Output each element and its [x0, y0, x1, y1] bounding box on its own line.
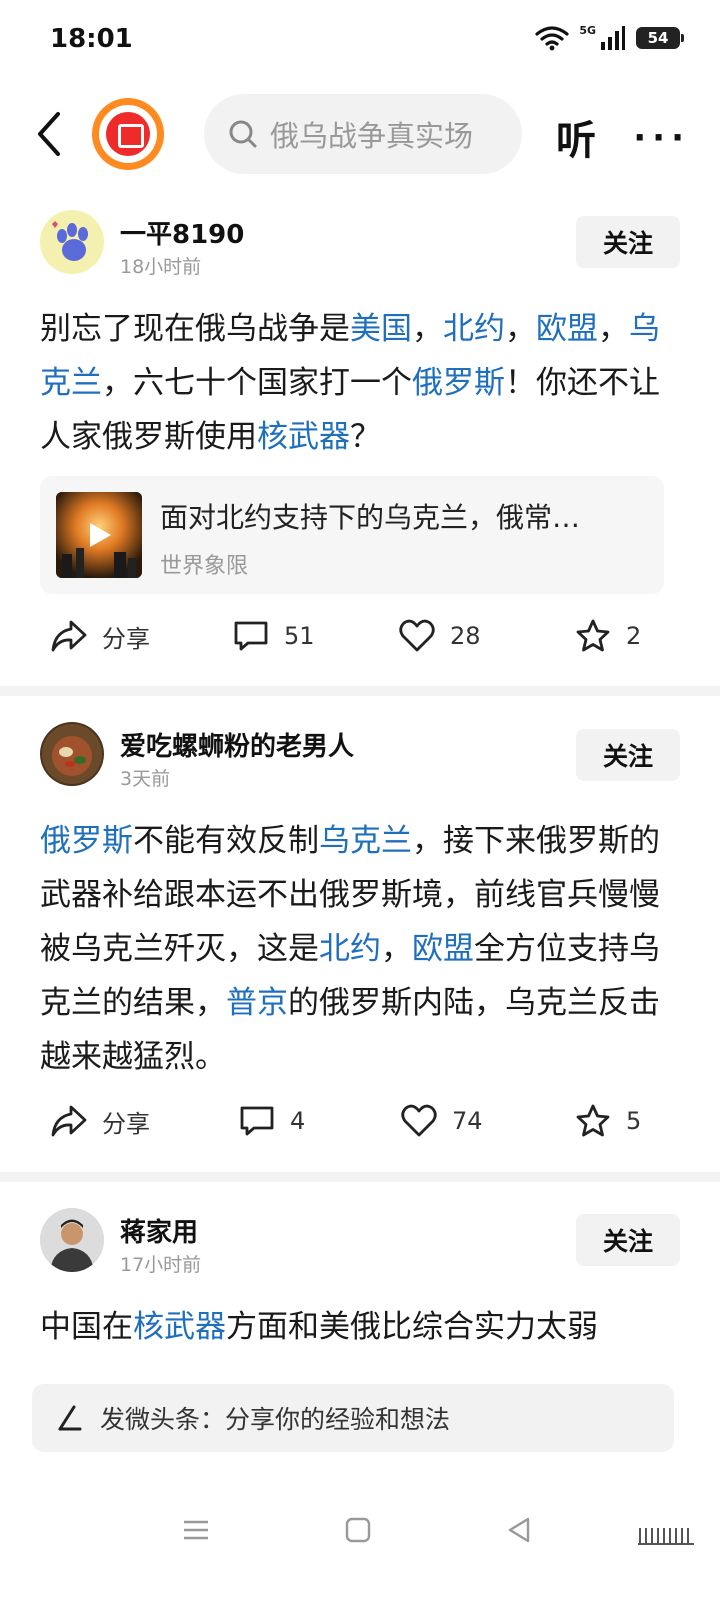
avatar[interactable] — [40, 210, 104, 274]
post-time: 17小时前 — [120, 1254, 202, 1276]
text-segment: ， — [598, 311, 629, 347]
post-actions: 分享 51 28 2 — [0, 606, 720, 666]
back-nav-icon[interactable] — [500, 1510, 540, 1550]
top-header: 俄乌战争真实场 听 ··· — [0, 90, 720, 180]
text-segment: 中国在 — [40, 1309, 133, 1345]
comment-icon — [234, 621, 268, 651]
comment-icon — [240, 1106, 274, 1136]
heart-icon — [399, 619, 435, 652]
avatar[interactable] — [40, 722, 104, 786]
share-label: 分享 — [102, 1109, 150, 1138]
comment-button[interactable]: 51 — [232, 606, 315, 666]
search-bar[interactable]: 俄乌战争真实场 — [204, 94, 522, 174]
text-segment: 别忘了现在俄乌战争是 — [40, 311, 350, 347]
comment-count: 51 — [284, 622, 315, 650]
post-composer[interactable]: 发微头条：分享你的经验和想法 — [32, 1384, 674, 1452]
comment-count: 4 — [290, 1107, 306, 1135]
card-title: 面对北约支持下的乌克兰，俄常… — [160, 501, 581, 534]
divider — [0, 1172, 720, 1182]
status-bar: 18:01 5G 54 — [0, 0, 720, 80]
signal-icon — [601, 26, 625, 50]
network-type: 5G — [579, 23, 596, 37]
home-nav-icon[interactable] — [338, 1510, 378, 1550]
battery-icon: 54 — [636, 27, 684, 49]
like-button[interactable]: 28 — [398, 606, 481, 666]
topic-link[interactable]: 欧盟 — [536, 311, 598, 347]
divider — [0, 686, 720, 696]
food-avatar-icon — [42, 724, 102, 784]
text-segment: 不能有效反制 — [133, 823, 319, 859]
follow-button[interactable]: 关注 — [576, 729, 680, 781]
like-count: 74 — [452, 1107, 483, 1135]
listen-button[interactable]: 听 — [556, 108, 596, 166]
back-arrow-icon[interactable] — [28, 106, 72, 162]
favorite-button[interactable]: 2 — [574, 606, 641, 666]
topic-link[interactable]: 美国 — [350, 311, 412, 347]
post-text[interactable]: 别忘了现在俄乌战争是美国，北约，欧盟，乌克兰，六七十个国家打一个俄罗斯！你还不让… — [40, 302, 660, 464]
topic-link[interactable]: 北约 — [319, 931, 381, 967]
share-icon — [51, 1105, 87, 1137]
text-segment: ？ — [350, 419, 381, 455]
heart-icon — [401, 1104, 437, 1137]
paw-avatar-icon — [52, 221, 88, 261]
status-time: 18:01 — [50, 24, 133, 54]
share-button[interactable]: 分享 — [50, 1091, 150, 1151]
wifi-icon — [535, 26, 569, 51]
play-icon — [90, 523, 111, 547]
favorite-count: 5 — [626, 1107, 642, 1135]
person-avatar-icon — [40, 1208, 104, 1272]
star-icon — [576, 1104, 610, 1137]
search-icon — [229, 120, 257, 148]
topic-link[interactable]: 俄罗斯 — [412, 365, 505, 401]
text-segment: ， — [381, 931, 412, 967]
star-icon — [576, 619, 610, 652]
like-count: 28 — [450, 622, 481, 650]
post-actions: 分享 4 74 5 — [0, 1091, 720, 1151]
follow-button[interactable]: 关注 — [576, 216, 680, 268]
topic-link[interactable]: 核武器 — [257, 419, 350, 455]
text-segment: ， — [412, 311, 443, 347]
system-nav-bar — [0, 1490, 720, 1570]
like-button[interactable]: 74 — [400, 1091, 483, 1151]
logo-icon — [106, 112, 150, 156]
pen-icon — [58, 1405, 82, 1431]
status-icons: 5G 54 — [535, 22, 684, 54]
linked-video-card[interactable]: 面对北约支持下的乌克兰，俄常… 世界象限 — [40, 476, 664, 594]
card-source: 世界象限 — [160, 554, 249, 579]
post-text[interactable]: 俄罗斯不能有效反制乌克兰，接下来俄罗斯的武器补给跟本运不出俄罗斯境，前线官兵慢慢… — [40, 814, 660, 1084]
keyboard-icon[interactable] — [636, 1524, 696, 1548]
favorite-count: 2 — [626, 622, 642, 650]
post-text[interactable]: 中国在核武器方面和美俄比综合实力太弱 — [40, 1300, 660, 1370]
share-icon — [51, 620, 87, 652]
topic-link[interactable]: 北约 — [443, 311, 505, 347]
avatar[interactable] — [40, 1208, 104, 1272]
search-input[interactable]: 俄乌战争真实场 — [270, 113, 473, 155]
share-button[interactable]: 分享 — [50, 606, 150, 666]
topic-link[interactable]: 普京 — [226, 985, 288, 1021]
menu-nav-icon[interactable] — [176, 1510, 216, 1550]
comment-button[interactable]: 4 — [238, 1091, 305, 1151]
text-segment: 方面和美俄比综合实力太弱 — [226, 1309, 598, 1345]
text-segment: ，六七十个国家打一个 — [102, 365, 412, 401]
favorite-button[interactable]: 5 — [574, 1091, 641, 1151]
topic-link[interactable]: 欧盟 — [412, 931, 474, 967]
follow-button[interactable]: 关注 — [576, 1214, 680, 1266]
topic-link[interactable]: 乌克兰 — [319, 823, 412, 859]
post-time: 18小时前 — [120, 256, 202, 278]
post-time: 3天前 — [120, 768, 171, 790]
app-logo[interactable] — [92, 98, 164, 170]
composer-label: 发微头条：分享你的经验和想法 — [100, 1405, 451, 1434]
author-name[interactable]: 爱吃螺蛳粉的老男人 — [120, 726, 354, 763]
battery-level: 54 — [647, 29, 669, 47]
text-segment: ， — [505, 311, 536, 347]
author-name[interactable]: 蒋家用 — [120, 1212, 198, 1249]
author-name[interactable]: 一平8190 — [120, 214, 244, 251]
more-menu-button[interactable]: ··· — [633, 118, 690, 158]
topic-link[interactable]: 核武器 — [133, 1309, 226, 1345]
topic-link[interactable]: 俄罗斯 — [40, 823, 133, 859]
share-label: 分享 — [102, 624, 150, 653]
